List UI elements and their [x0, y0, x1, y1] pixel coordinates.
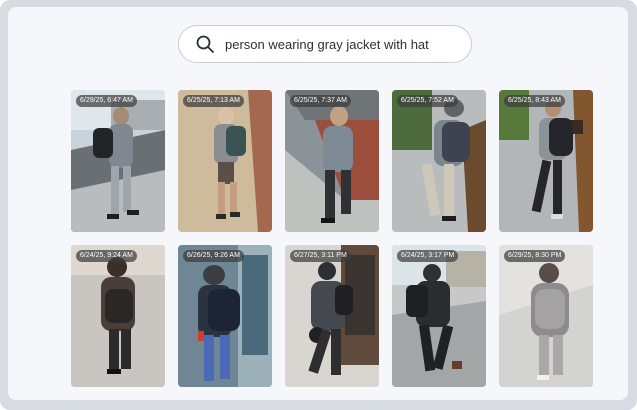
result-thumbnail[interactable]: 6/27/25, 3:11 PM — [285, 245, 379, 387]
timestamp-badge: 6/26/25, 9:26 AM — [183, 250, 244, 262]
result-thumbnail[interactable]: 6/26/25, 9:26 AM — [178, 245, 272, 387]
search-icon[interactable] — [195, 34, 215, 54]
result-image — [392, 90, 486, 232]
result-image — [392, 245, 486, 387]
timestamp-badge: 6/25/25, 7:52 AM — [397, 95, 458, 107]
timestamp-badge: 6/24/25, 9:24 AM — [76, 250, 137, 262]
result-image — [285, 90, 379, 232]
result-image — [285, 245, 379, 387]
result-thumbnail[interactable]: 6/25/25, 8:43 AM — [499, 90, 593, 232]
results-grid: 6/29/25, 6:47 AM 6/25/25, 7:13 AM 6/25/2… — [71, 90, 593, 387]
timestamp-badge: 6/27/25, 3:11 PM — [290, 250, 351, 262]
result-image — [499, 90, 593, 232]
result-image — [499, 245, 593, 387]
timestamp-badge: 6/24/25, 3:17 PM — [397, 250, 459, 262]
result-thumbnail[interactable]: 6/25/25, 7:13 AM — [178, 90, 272, 232]
result-image — [178, 90, 272, 232]
timestamp-badge: 6/29/25, 6:47 AM — [76, 95, 137, 107]
result-image — [178, 245, 272, 387]
timestamp-badge: 6/25/25, 7:37 AM — [290, 95, 351, 107]
search-input[interactable]: person wearing gray jacket with hat — [225, 37, 429, 52]
timestamp-badge: 6/25/25, 7:13 AM — [183, 95, 244, 107]
result-thumbnail[interactable]: 6/25/25, 7:52 AM — [392, 90, 486, 232]
result-thumbnail[interactable]: 6/24/25, 9:24 AM — [71, 245, 165, 387]
result-thumbnail[interactable]: 6/29/25, 8:30 PM — [499, 245, 593, 387]
result-thumbnail[interactable]: 6/29/25, 6:47 AM — [71, 90, 165, 232]
result-image — [71, 90, 165, 232]
timestamp-badge: 6/29/25, 8:30 PM — [504, 250, 566, 262]
result-thumbnail[interactable]: 6/24/25, 3:17 PM — [392, 245, 486, 387]
timestamp-badge: 6/25/25, 8:43 AM — [504, 95, 565, 107]
result-thumbnail[interactable]: 6/25/25, 7:37 AM — [285, 90, 379, 232]
result-image — [71, 245, 165, 387]
search-bar[interactable]: person wearing gray jacket with hat — [178, 25, 472, 63]
